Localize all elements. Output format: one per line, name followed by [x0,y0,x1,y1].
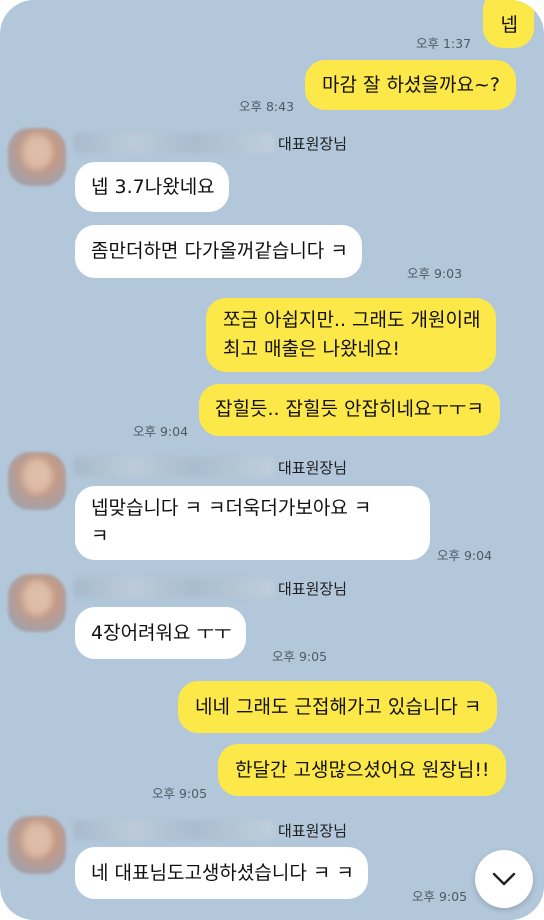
blurred-name [74,820,274,840]
my-message-bubble[interactable]: 마감 잘 하셨을까요~? [305,60,516,110]
sender-name: 대표원장님 [278,822,348,840]
message-time: 오후 8:43 [239,99,295,114]
contact-avatar[interactable] [8,128,66,186]
message-time: 오후 9:05 [272,649,328,664]
chevron-down-icon [492,872,516,886]
message-time: 오후 9:05 [412,889,468,904]
message-text: 좀만더하면 다가올꺼같습니다 ㅋ [91,240,348,262]
message-text: 잡힐듯.. 잡힐듯 안잡히네요ㅜㅜㅋ [215,398,484,420]
message-text: 한달간 고생많으셨어요 원장님!! [235,759,490,781]
message-text: 4장어려워요 ㅜㅜ [91,622,232,644]
my-message-bubble[interactable]: 한달간 고생많으셨어요 원장님!! [218,744,506,796]
message-text-line: 쪼금 아쉽지만.. 그래도 개원이래 [223,309,481,331]
message-time: 오후 9:04 [437,548,493,563]
blurred-name [74,133,274,153]
their-message-bubble[interactable]: 4장어려워요 ㅜㅜ [75,607,246,659]
message-text: 마감 잘 하셨을까요~? [322,74,500,96]
sender-name: 대표원장님 [278,459,348,477]
message-text-line: ㅋ [91,525,109,547]
message-time: 오후 1:37 [416,36,472,51]
contact-avatar[interactable] [8,452,66,510]
my-message-bubble[interactable]: 쪼금 아쉽지만.. 그래도 개원이래 최고 매출은 나왔네요! [206,298,497,372]
sender-name: 대표원장님 [278,580,348,598]
chat-screen: 넵 오후 1:37 마감 잘 하셨을까요~? 오후 8:43 대표원장님 넵 3… [0,0,544,920]
message-text-line: 최고 매출은 나왔네요! [223,338,401,360]
their-message-bubble[interactable]: 넵맞습니다 ㅋ ㅋ더욱더가보아요 ㅋ ㅋ [75,486,430,560]
my-message-bubble[interactable]: 넵 [482,0,534,48]
their-message-bubble[interactable]: 좀만더하면 다가올꺼같습니다 ㅋ [75,225,362,278]
my-message-bubble[interactable]: 잡힐듯.. 잡힐듯 안잡히네요ㅜㅜㅋ [199,384,500,436]
message-text: 넵 [500,14,518,36]
blurred-name [74,578,274,598]
message-text: 네네 그래도 근접해가고 있습니다 ㅋ [195,696,482,718]
contact-avatar[interactable] [8,574,66,632]
their-message-bubble[interactable]: 네 대표님도고생하셨습니다 ㅋ ㅋ [75,847,368,899]
contact-avatar[interactable] [8,816,66,874]
scroll-to-bottom-button[interactable] [475,850,533,908]
sender-name: 대표원장님 [278,135,348,153]
their-message-bubble[interactable]: 넵 3.7나왔네요 [75,162,229,212]
blurred-name [74,457,274,477]
my-message-bubble[interactable]: 네네 그래도 근접해가고 있습니다 ㅋ [178,681,498,733]
message-text: 넵 3.7나왔네요 [91,176,215,198]
message-time: 오후 9:05 [152,786,208,801]
message-time: 오후 9:03 [407,266,463,281]
message-text-line: 넵맞습니다 ㅋ ㅋ더욱더가보아요 ㅋ [91,497,372,519]
message-text: 네 대표님도고생하셨습니다 ㅋ ㅋ [91,862,354,884]
message-time: 오후 9:04 [133,424,189,439]
